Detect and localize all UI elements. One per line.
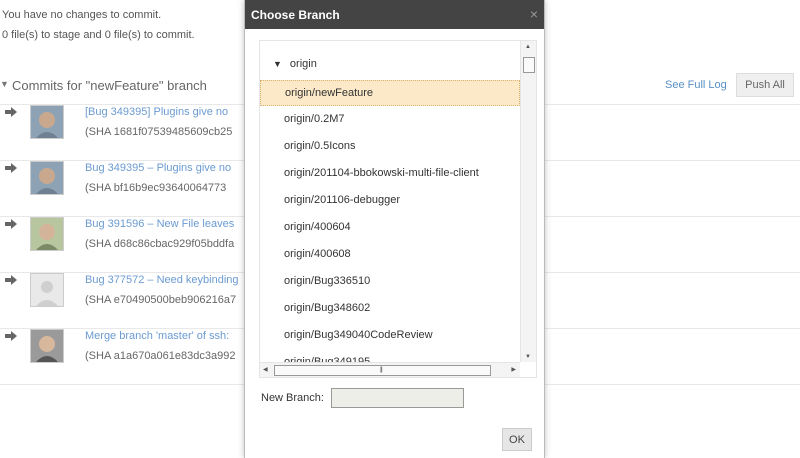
vertical-scrollbar[interactable]: ▲ ▼ <box>520 41 536 362</box>
commit-message-link[interactable]: Merge branch 'master' of ssh: <box>85 330 229 342</box>
commit-sha: (SHA e70490500beb906216a7 <box>85 294 237 306</box>
tree-root-origin[interactable]: ▼ origin <box>273 58 317 70</box>
branch-item[interactable]: origin/newFeature <box>260 80 520 106</box>
branch-label: origin/newFeature <box>285 87 374 99</box>
branch-label: origin/0.5Icons <box>284 140 356 152</box>
branch-item[interactable]: origin/0.5Icons <box>260 134 520 160</box>
branch-item[interactable]: origin/Bug349040CodeReview <box>260 323 520 349</box>
close-icon[interactable]: × <box>530 6 538 22</box>
vertical-scroll-thumb[interactable] <box>523 57 535 73</box>
branch-item[interactable]: origin/400604 <box>260 215 520 241</box>
avatar <box>30 105 64 139</box>
scroll-up-icon[interactable]: ▲ <box>525 44 531 50</box>
branch-item[interactable]: origin/201106-debugger <box>260 188 520 214</box>
new-branch-input[interactable] <box>331 388 464 408</box>
expand-triangle-icon[interactable]: ▼ <box>273 59 282 69</box>
branch-label: origin/Bug349040CodeReview <box>284 329 433 341</box>
scroll-left-icon[interactable]: ◀ <box>263 366 268 373</box>
branch-label: origin/201106-debugger <box>284 194 400 206</box>
commits-section-title: Commits for "newFeature" branch <box>12 78 207 93</box>
push-all-button[interactable]: Push All <box>736 73 794 97</box>
grip-icon: ||| <box>380 367 383 373</box>
scroll-right-icon[interactable]: ▶ <box>511 366 516 373</box>
branch-item[interactable]: origin/400608 <box>260 242 520 268</box>
commit-sha: (SHA 1681f07539485609cb25 <box>85 126 233 138</box>
arrow-right-icon[interactable] <box>4 161 18 175</box>
commit-sha: (SHA a1a670a061e83dc3a992 <box>85 350 236 362</box>
branch-label: origin/0.2M7 <box>284 113 345 125</box>
status-no-changes: You have no changes to commit. <box>2 9 162 21</box>
commit-message-link[interactable]: Bug 377572 – Need keybinding <box>85 274 239 286</box>
branch-label: origin/400604 <box>284 221 351 233</box>
dialog-title: Choose Branch <box>251 8 340 22</box>
scroll-down-icon[interactable]: ▼ <box>525 354 531 360</box>
dialog-titlebar[interactable]: Choose Branch × <box>245 0 544 29</box>
branch-label: origin/Bug336510 <box>284 275 371 287</box>
branch-item[interactable]: origin/201104-bbokowski-multi-file-clien… <box>260 161 520 187</box>
commit-message-link[interactable]: Bug 349395 – Plugins give no <box>85 162 231 174</box>
avatar <box>30 217 64 251</box>
horizontal-scrollbar[interactable]: ◀ ||| ▶ <box>260 362 520 377</box>
branch-label: origin/201104-bbokowski-multi-file-clien… <box>284 167 479 179</box>
branch-item[interactable]: origin/Bug336510 <box>260 269 520 295</box>
collapse-triangle-icon[interactable]: ▼ <box>0 79 9 89</box>
commit-message-link[interactable]: [Bug 349395] Plugins give no <box>85 106 228 118</box>
commit-sha: (SHA d68c86cbac929f05bddfa <box>85 238 235 250</box>
new-branch-label: New Branch: <box>261 392 324 404</box>
arrow-right-icon[interactable] <box>4 273 18 287</box>
branch-item[interactable]: origin/0.2M7 <box>260 107 520 133</box>
avatar <box>30 329 64 363</box>
choose-branch-dialog: Choose Branch × ▼ origin origin/newFeatur… <box>244 0 545 458</box>
commit-message-link[interactable]: Bug 391596 – New File leaves <box>85 218 234 230</box>
arrow-right-icon[interactable] <box>4 329 18 343</box>
branch-tree[interactable]: ▼ origin origin/newFeature origin/0.2M7 o… <box>259 40 537 378</box>
arrow-right-icon[interactable] <box>4 217 18 231</box>
avatar <box>30 273 64 307</box>
arrow-right-icon[interactable] <box>4 105 18 119</box>
branch-item[interactable]: origin/Bug348602 <box>260 296 520 322</box>
ok-button[interactable]: OK <box>502 428 532 451</box>
branch-label: origin/Bug348602 <box>284 302 371 314</box>
see-full-log-link[interactable]: See Full Log <box>665 79 727 91</box>
branch-label: origin/400608 <box>284 248 351 260</box>
commit-sha: (SHA bf16b9ec93640064773 <box>85 182 227 194</box>
horizontal-scroll-thumb[interactable]: ||| <box>274 365 491 376</box>
status-file-counts: 0 file(s) to stage and 0 file(s) to comm… <box>2 29 195 41</box>
tree-root-label: origin <box>289 58 317 70</box>
avatar <box>30 161 64 195</box>
